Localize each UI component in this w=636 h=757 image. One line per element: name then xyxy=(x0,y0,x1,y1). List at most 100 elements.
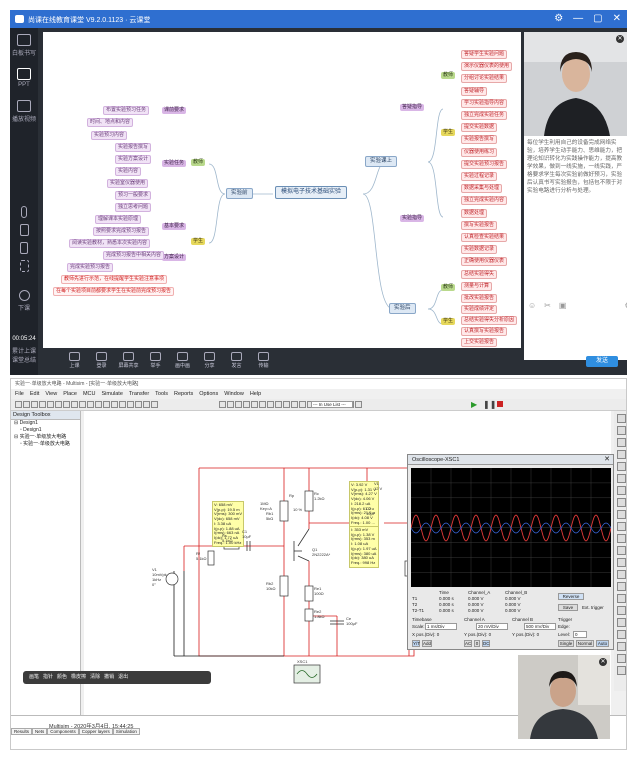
menu-transfer[interactable]: Transfer xyxy=(129,389,149,399)
toolbar-button-icon[interactable] xyxy=(127,401,134,408)
mindmap-leaf[interactable]: 完成预习报告中相关内容 xyxy=(103,251,165,260)
sidebar-item-expand[interactable] xyxy=(10,260,38,274)
tab-components[interactable]: Components xyxy=(47,728,79,735)
mindmap-leaf[interactable]: 认真撰写实验报告 xyxy=(461,327,508,336)
instrument-button-icon[interactable] xyxy=(616,546,626,555)
mindmap-leaf[interactable]: 总结实验得失分析原因 xyxy=(461,316,518,325)
instrument-button-icon[interactable] xyxy=(616,498,626,507)
save-button[interactable]: Save xyxy=(558,604,578,611)
instrument-button-icon[interactable] xyxy=(616,438,626,447)
menu-file[interactable]: File xyxy=(15,389,24,399)
toolbar-speak[interactable]: 发言 xyxy=(223,350,250,375)
toolbar-button-icon[interactable] xyxy=(235,401,242,408)
mindmap-leaf[interactable]: 测量与计算 xyxy=(461,281,493,291)
menu-window[interactable]: Window xyxy=(224,389,244,399)
mindmap-leaf[interactable]: 独立完成实验任务 xyxy=(461,111,508,120)
toolbar-button-icon[interactable] xyxy=(251,401,258,408)
menu-reports[interactable]: Reports xyxy=(174,389,193,399)
toolbar-raise-hand[interactable]: 举手 xyxy=(142,350,169,375)
sidebar-item-video[interactable]: 播放视频 xyxy=(10,100,38,123)
mindmap-leaf[interactable]: 独立思考问题 xyxy=(115,203,152,212)
cha-scale-field[interactable]: 20 mV/Div xyxy=(476,623,508,630)
mindmap-leaf[interactable]: 批改实验报告 xyxy=(461,294,498,303)
yt-button[interactable]: Y/T xyxy=(412,640,420,647)
mindmap-leaf[interactable]: 总结实验得失 xyxy=(461,269,498,279)
sidebar-item-speaker[interactable] xyxy=(10,224,38,238)
mindmap-leaf[interactable]: 上交实验报告 xyxy=(461,338,498,347)
menu-help[interactable]: Help xyxy=(250,389,261,399)
maximize-icon[interactable]: ▢ xyxy=(593,13,602,24)
toolbar-button-icon[interactable] xyxy=(243,401,250,408)
after-teacher-node[interactable]: 教师 xyxy=(441,284,456,291)
mindmap-leaf[interactable]: 实验数据记录 xyxy=(461,245,498,255)
menu-tools[interactable]: Tools xyxy=(155,389,168,399)
close-icon[interactable]: ✕ xyxy=(604,455,610,465)
toolbar-button-icon[interactable] xyxy=(39,401,46,408)
mindmap-leaf-highlight[interactable]: 教师先进行示范，在线提醒学生实验注意事项 xyxy=(61,275,168,284)
mindmap-root[interactable]: 模拟电子技术基础实验 xyxy=(275,186,348,199)
timebase-scale-field[interactable]: 1 ms/Div xyxy=(425,623,457,630)
tab-simulation[interactable]: Simulation xyxy=(112,728,140,735)
before-group[interactable]: 实验任务 xyxy=(162,160,187,167)
gear-icon[interactable]: ⚙ xyxy=(624,301,627,315)
during-group[interactable]: 答疑指导 xyxy=(400,104,425,111)
color-tool[interactable]: 颜色 xyxy=(57,671,67,684)
sidebar-item-mic[interactable] xyxy=(10,206,38,220)
toolbar-button-icon[interactable] xyxy=(143,401,150,408)
mindmap-leaf[interactable]: 预习一般要求 xyxy=(115,191,152,200)
mindmap-leaf[interactable]: 数据处理 xyxy=(461,208,488,218)
auto-button[interactable]: Auto xyxy=(596,640,609,647)
instrument-button-icon[interactable] xyxy=(616,414,626,423)
clear-tool[interactable]: 清除 xyxy=(90,671,100,684)
image-icon[interactable]: ▣ xyxy=(559,301,567,315)
toolbar-button-icon[interactable] xyxy=(275,401,282,408)
toolbar-start-class[interactable]: 上课 xyxy=(61,350,88,375)
before-teacher-node[interactable]: 教师 xyxy=(191,159,206,166)
tab-nets[interactable]: Nets xyxy=(32,728,48,735)
settings-icon[interactable]: ⚙ xyxy=(554,13,563,24)
toolbar-button-icon[interactable] xyxy=(227,401,234,408)
instrument-button-icon[interactable] xyxy=(616,654,626,663)
sidebar-item-ppt[interactable]: PPT xyxy=(10,68,38,88)
toolbar-button-icon[interactable] xyxy=(299,401,306,408)
mindmap-leaf[interactable]: 演示仪器仪表的使用 xyxy=(461,62,513,72)
student-video[interactable]: ✕ xyxy=(518,655,610,739)
toolbar-button-icon[interactable] xyxy=(111,401,118,408)
instrument-button-icon[interactable] xyxy=(616,558,626,567)
mindmap-leaf[interactable]: 学习实验指导内容 xyxy=(461,98,508,108)
toolbar-button-icon[interactable] xyxy=(119,401,126,408)
before-group[interactable]: 基本要求 xyxy=(162,223,187,230)
tree-item[interactable]: ⊟ Design1 xyxy=(11,420,80,427)
mindmap-leaf[interactable]: 正确使用仪器仪表 xyxy=(461,257,508,267)
instrument-button-icon[interactable] xyxy=(616,642,626,651)
trigger-level-field[interactable]: 0 xyxy=(573,631,587,638)
mindmap-leaf-highlight[interactable]: 在每个实验项目前都要求学生在实验前完成预习报告 xyxy=(53,287,175,296)
instrument-button-icon[interactable] xyxy=(616,570,626,579)
mindmap-leaf[interactable]: 实验报告撰写 xyxy=(115,143,152,152)
toolbar-screen-share[interactable]: 屏幕共享 xyxy=(115,350,142,375)
sidebar-item-whiteboard[interactable]: 白板书写 xyxy=(10,34,38,57)
toolbar-button-icon[interactable] xyxy=(219,401,226,408)
tab-results[interactable]: Results xyxy=(11,728,33,735)
during-teacher-node[interactable]: 教师 xyxy=(441,72,456,79)
mindmap-leaf[interactable]: 提交实验数据 xyxy=(461,123,498,133)
teacher-video[interactable]: ✕ xyxy=(524,32,627,136)
toolbar-button-icon[interactable] xyxy=(151,401,158,408)
mindmap-leaf[interactable]: 实验方案设计 xyxy=(115,155,152,164)
reverse-button[interactable]: Reverse xyxy=(558,593,584,600)
mindmap-leaf[interactable]: 答疑辅导 xyxy=(461,86,488,96)
branch-after-class[interactable]: 实验后 xyxy=(389,303,416,314)
mindmap-leaf[interactable]: 时间、地点和内容 xyxy=(87,118,134,127)
after-student-node[interactable]: 学生 xyxy=(441,318,456,325)
mindmap-leaf[interactable]: 阅读实验教材，熟悉本次实验内容 xyxy=(69,239,151,248)
instrument-button-icon[interactable] xyxy=(616,462,626,471)
minimize-icon[interactable]: — xyxy=(573,13,583,24)
tree-item[interactable]: ▫ Design1 xyxy=(11,427,80,434)
toolbar-button-icon[interactable] xyxy=(63,401,70,408)
emoji-icon[interactable]: ☺ xyxy=(528,301,536,315)
close-icon[interactable]: ✕ xyxy=(613,13,621,24)
in-use-list-select[interactable]: --- In Use List --- xyxy=(311,401,353,408)
ac-button[interactable]: AC xyxy=(464,640,472,647)
mindmap-leaf[interactable]: 实验预习内容 xyxy=(91,131,128,140)
menu-view[interactable]: View xyxy=(45,389,57,399)
